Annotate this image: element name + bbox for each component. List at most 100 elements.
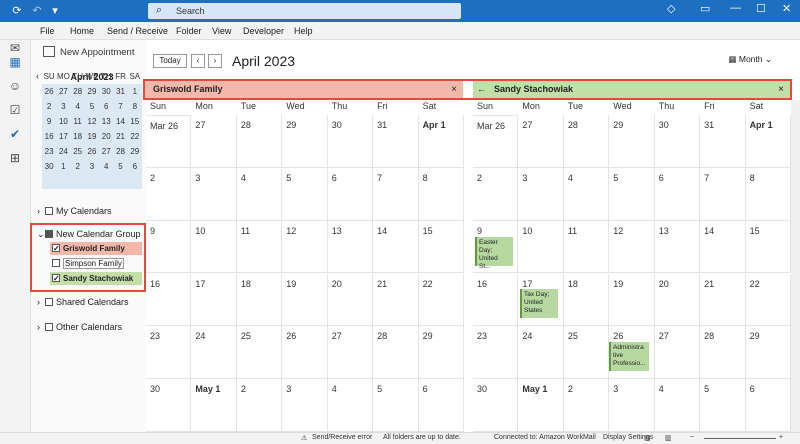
day-cell[interactable]: 6 bbox=[418, 379, 464, 432]
mini-calendar-day[interactable]: 14 bbox=[113, 114, 127, 129]
mini-calendar-day[interactable]: 28 bbox=[113, 144, 127, 159]
day-cell[interactable]: 18 bbox=[563, 273, 610, 327]
day-cell[interactable]: 4 bbox=[563, 167, 610, 221]
day-cell[interactable]: 11 bbox=[563, 220, 610, 274]
mini-calendar-day[interactable]: 5 bbox=[85, 99, 99, 114]
day-cell[interactable]: 5 bbox=[609, 167, 655, 221]
day-cell[interactable]: 14 bbox=[373, 220, 419, 274]
day-cell[interactable]: 13 bbox=[327, 220, 374, 274]
checkbox[interactable] bbox=[45, 207, 53, 215]
day-cell[interactable]: 5 bbox=[700, 379, 746, 432]
mini-calendar-day[interactable]: 20 bbox=[99, 129, 113, 144]
mini-calendar-day[interactable]: 1 bbox=[128, 84, 142, 99]
day-cell[interactable]: 3 bbox=[191, 167, 237, 221]
mini-calendar-day[interactable]: 24 bbox=[56, 144, 70, 159]
day-cell[interactable]: 2 bbox=[473, 167, 519, 221]
day-cell[interactable]: Mar 26 bbox=[473, 115, 519, 168]
ribbon-display-icon[interactable]: ▭ bbox=[700, 2, 710, 15]
tab-home[interactable]: Home bbox=[70, 26, 94, 36]
normal-view-icon[interactable]: ▤ bbox=[644, 434, 651, 442]
day-cell[interactable]: 6 bbox=[654, 167, 701, 221]
mini-calendar-day[interactable]: 2 bbox=[42, 99, 56, 114]
mini-calendar-day[interactable]: 27 bbox=[56, 84, 70, 99]
mini-calendar-day[interactable]: 11 bbox=[71, 114, 85, 129]
day-cell[interactable]: 7 bbox=[700, 167, 746, 221]
mini-calendar-day[interactable]: 3 bbox=[56, 99, 70, 114]
reading-view-icon[interactable]: ▥ bbox=[665, 434, 672, 442]
day-cell[interactable]: 16 bbox=[473, 273, 519, 327]
day-cell[interactable]: 22 bbox=[418, 273, 464, 327]
day-cell[interactable]: 29 bbox=[282, 115, 328, 168]
qat-dropdown-icon[interactable]: ▾ bbox=[48, 4, 62, 18]
mini-calendar-day[interactable]: 23 bbox=[42, 144, 56, 159]
mini-calendar-day[interactable]: 12 bbox=[85, 114, 99, 129]
minimize-icon[interactable]: — bbox=[730, 2, 741, 14]
day-cell[interactable]: 11 bbox=[236, 220, 283, 274]
day-cell[interactable]: 14 bbox=[700, 220, 746, 274]
checkbox-checked[interactable] bbox=[52, 272, 60, 285]
day-cell[interactable]: 2 bbox=[236, 379, 283, 432]
day-cell[interactable]: 25 bbox=[563, 326, 610, 380]
day-cell[interactable]: 20 bbox=[327, 273, 374, 327]
mini-calendar-day[interactable]: 26 bbox=[85, 144, 99, 159]
day-cell[interactable]: 10 bbox=[518, 220, 564, 274]
mini-calendar-day[interactable]: 3 bbox=[85, 159, 99, 174]
group-checkbox[interactable] bbox=[45, 230, 53, 238]
calendar-item-griswold[interactable]: Griswold Family bbox=[50, 242, 142, 255]
day-cell[interactable]: 8 bbox=[745, 167, 791, 221]
other-calendars-folder[interactable]: › Other Calendars bbox=[37, 322, 122, 332]
day-cell[interactable]: 24 bbox=[191, 326, 237, 380]
checkbox-checked[interactable] bbox=[52, 242, 60, 255]
mini-calendar-day[interactable]: 4 bbox=[71, 99, 85, 114]
calendar-item-simpson[interactable]: Simpson Family bbox=[50, 257, 142, 270]
mini-calendar-day[interactable]: 17 bbox=[56, 129, 70, 144]
day-cell[interactable]: May 1 bbox=[518, 379, 564, 432]
people-icon[interactable]: ☺ bbox=[7, 78, 23, 94]
mini-calendar-day[interactable]: 13 bbox=[99, 114, 113, 129]
day-cell[interactable]: 29 bbox=[418, 326, 464, 380]
tab-send-receive[interactable]: Send / Receive bbox=[107, 26, 168, 36]
mini-calendar-day[interactable]: 10 bbox=[56, 114, 70, 129]
undo-icon[interactable]: ↶ bbox=[30, 4, 44, 18]
mini-calendar-day[interactable]: 6 bbox=[128, 159, 142, 174]
tab-developer[interactable]: Developer bbox=[243, 26, 284, 36]
day-cell[interactable]: 29 bbox=[745, 326, 791, 380]
previous-button[interactable]: ‹ bbox=[191, 54, 205, 68]
day-cell[interactable]: 10 bbox=[191, 220, 237, 274]
calendar-icon[interactable]: ▦ bbox=[7, 54, 23, 70]
today-button[interactable]: Today bbox=[153, 54, 187, 68]
day-cell[interactable]: 24 bbox=[518, 326, 564, 380]
day-cell[interactable]: 21 bbox=[700, 273, 746, 327]
day-cell[interactable]: 30 bbox=[327, 115, 374, 168]
next-button[interactable]: › bbox=[208, 54, 222, 68]
day-cell[interactable]: 23 bbox=[146, 326, 192, 380]
day-cell[interactable]: 27 bbox=[191, 115, 237, 168]
day-cell[interactable]: 30 bbox=[473, 379, 519, 432]
day-cell[interactable]: 5 bbox=[373, 379, 419, 432]
mini-calendar-day[interactable]: 29 bbox=[85, 84, 99, 99]
my-calendars-folder[interactable]: › My Calendars bbox=[37, 206, 112, 216]
zoom-slider[interactable] bbox=[704, 438, 776, 439]
mini-calendar-day[interactable]: 29 bbox=[128, 144, 142, 159]
day-cell[interactable]: 27 bbox=[518, 115, 564, 168]
day-cell[interactable]: 30 bbox=[654, 115, 701, 168]
maximize-icon[interactable]: ☐ bbox=[756, 2, 766, 15]
day-cell[interactable]: 28 bbox=[236, 115, 283, 168]
day-cell[interactable]: 28 bbox=[373, 326, 419, 380]
day-cell[interactable]: 22 bbox=[745, 273, 791, 327]
tab-file[interactable]: File bbox=[40, 26, 55, 36]
day-cell[interactable]: 8 bbox=[418, 167, 464, 221]
day-cell[interactable]: 28 bbox=[563, 115, 610, 168]
day-cell[interactable]: 29 bbox=[609, 115, 655, 168]
mini-calendar-day[interactable]: 30 bbox=[99, 84, 113, 99]
zoom-in-icon[interactable]: + bbox=[779, 434, 783, 441]
day-cell[interactable]: 4 bbox=[327, 379, 374, 432]
mini-calendar-day[interactable]: 28 bbox=[71, 84, 85, 99]
new-appointment-button[interactable]: New Appointment bbox=[43, 46, 134, 58]
day-cell[interactable]: 21 bbox=[373, 273, 419, 327]
day-cell[interactable]: Apr 1 bbox=[418, 115, 464, 168]
calendar-group-folder[interactable]: ⌄ New Calendar Group bbox=[37, 229, 141, 240]
day-cell[interactable]: 25 bbox=[236, 326, 283, 380]
calendar-item-sandy[interactable]: Sandy Stachowiak bbox=[50, 272, 142, 285]
mini-calendar-day[interactable]: 22 bbox=[128, 129, 142, 144]
